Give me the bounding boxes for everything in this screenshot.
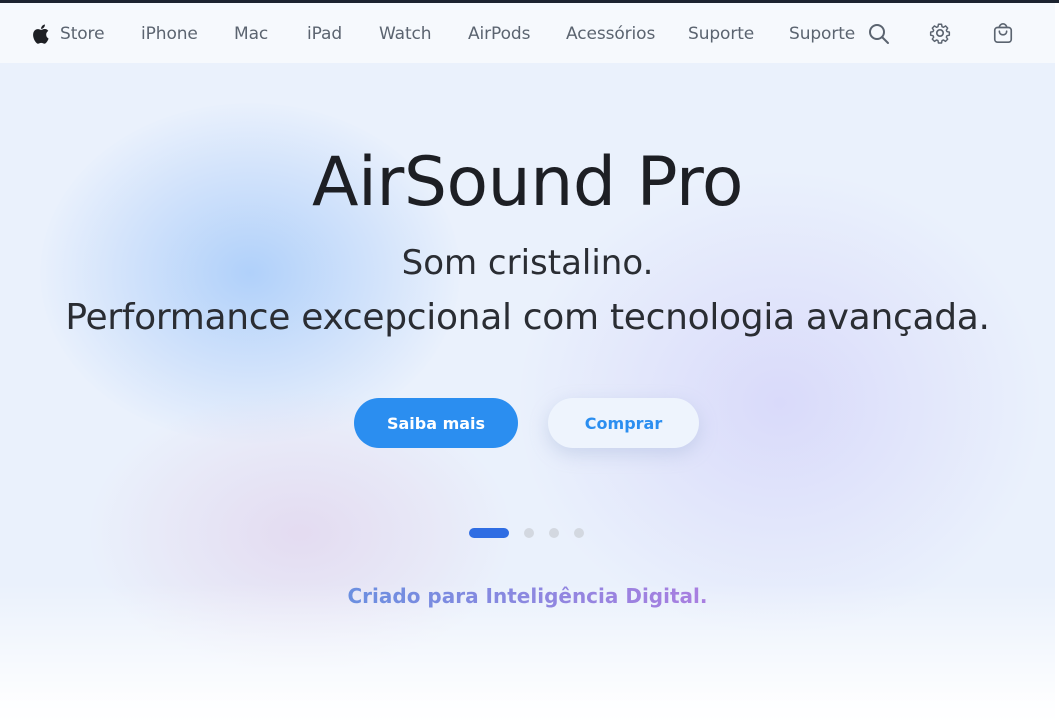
hero-subtitle-line1: Som cristalino. (401, 243, 654, 283)
nav-item-mac[interactable]: Mac (234, 3, 268, 63)
apple-logo-icon[interactable] (31, 22, 53, 46)
hero-title: AirSound Pro (312, 143, 744, 222)
learn-more-button[interactable]: Saiba mais (354, 398, 518, 448)
hero-subtitle-line2: Performance excepcional com tecnologia a… (65, 297, 990, 338)
nav-item-iphone[interactable]: iPhone (141, 3, 198, 63)
tagline-text: Criado para Inteligência Digital. (347, 584, 708, 608)
nav-item-ipad[interactable]: iPad (307, 3, 342, 63)
buy-button[interactable]: Comprar (548, 398, 699, 448)
nav-item-airpods[interactable]: AirPods (468, 3, 530, 63)
nav-item-suporte-2[interactable]: Suporte (789, 3, 855, 63)
tagline: Criado para Inteligência Digital. (0, 584, 1055, 608)
nav-item-store[interactable]: Store (60, 3, 105, 63)
search-icon[interactable] (867, 22, 891, 46)
carousel-dot-2[interactable] (524, 528, 534, 538)
carousel-dot-4[interactable] (574, 528, 584, 538)
nav-item-watch[interactable]: Watch (379, 3, 432, 63)
hero-section: AirSound Pro Som cristalino. Performance… (0, 63, 1055, 723)
shopping-bag-icon[interactable] (992, 22, 1016, 46)
nav-item-suporte[interactable]: Suporte (688, 3, 754, 63)
scrollbar[interactable] (1055, 3, 1059, 723)
carousel-dot-3[interactable] (549, 528, 559, 538)
nav-item-acessorios[interactable]: Acessórios (566, 3, 655, 63)
global-nav: Store iPhone Mac iPad Watch AirPods Aces… (0, 3, 1055, 63)
gear-icon[interactable] (929, 22, 953, 46)
carousel-dot-1[interactable] (469, 528, 509, 538)
